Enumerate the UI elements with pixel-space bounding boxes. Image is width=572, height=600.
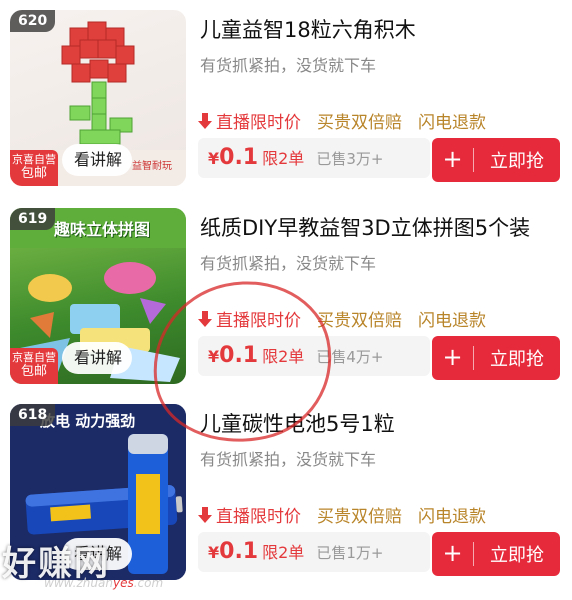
buy-now-button[interactable]: + 立即抢 (432, 336, 560, 380)
fast-refund-tag: 闪电退款 (418, 113, 486, 133)
buy-now-label: 立即抢 (490, 349, 544, 370)
down-arrow-icon (198, 112, 212, 129)
sold-count: 已售4万+ (316, 348, 384, 366)
add-to-cart-icon[interactable]: + (432, 541, 474, 566)
sold-count: 已售3万+ (316, 150, 384, 168)
double-refund-tag: 买贵双倍赔 (317, 311, 402, 331)
product-title[interactable]: 儿童碳性电池5号1粒 (200, 408, 395, 438)
down-arrow-icon (198, 310, 212, 327)
product-card[interactable]: 趣味立体拼图 619 京喜自营 包邮 看讲解 纸质DIY早教益智3D立体拼图5个… (0, 202, 572, 398)
image-caption: 趣味立体拼图 (54, 220, 151, 239)
product-subtitle: 有货抓紧拍，没货就下车 (200, 254, 377, 273)
buy-now-label: 立即抢 (490, 545, 544, 566)
jd-self-operated-badge: 京喜自营 包邮 (10, 150, 58, 186)
live-price-tag: 直播限时价 (198, 502, 301, 527)
rank-badge: 619 (10, 208, 56, 230)
product-title[interactable]: 儿童益智18粒六角积木 (200, 14, 416, 44)
live-price-tag: 直播限时价 (198, 306, 301, 331)
buy-now-button[interactable]: + 立即抢 (432, 532, 560, 576)
product-subtitle: 有货抓紧拍，没货就下车 (200, 450, 377, 469)
rank-badge: 618 (10, 404, 56, 426)
promo-tags: 直播限时价 买贵双倍赔 闪电退款 (198, 502, 486, 527)
watermark-url: www.zhuanyes.com (44, 576, 164, 590)
add-to-cart-icon[interactable]: + (432, 345, 474, 370)
buy-now-button[interactable]: + 立即抢 (432, 138, 560, 182)
price-bar: ¥0.1 限2单 已售1万+ (198, 532, 430, 572)
image-caption: 益智耐玩 (132, 161, 172, 172)
price: ¥0.1 (208, 343, 259, 368)
sold-count: 已售1万+ (316, 544, 384, 562)
watch-explanation-button[interactable]: 看讲解 (62, 144, 133, 176)
product-title[interactable]: 纸质DIY早教益智3D立体拼图5个装 (200, 212, 530, 242)
price-bar: ¥0.1 限2单 已售3万+ (198, 138, 430, 178)
down-arrow-icon (198, 506, 212, 523)
price: ¥0.1 (208, 145, 259, 170)
double-refund-tag: 买贵双倍赔 (317, 113, 402, 133)
purchase-limit: 限2单 (262, 347, 305, 366)
buy-now-label: 立即抢 (490, 151, 544, 172)
promo-tags: 直播限时价 买贵双倍赔 闪电退款 (198, 306, 486, 331)
site-watermark: 好赚网 www.zhuanyes.com (0, 532, 220, 600)
watch-explanation-button[interactable]: 看讲解 (62, 342, 133, 374)
product-card[interactable]: 益智耐玩 620 京喜自营 包邮 看讲解 儿童益智18粒六角积木 有货抓紧拍，没… (0, 4, 572, 200)
purchase-limit: 限2单 (262, 149, 305, 168)
rank-badge: 620 (10, 10, 56, 32)
fast-refund-tag: 闪电退款 (418, 311, 486, 331)
jd-self-operated-badge: 京喜自营 包邮 (10, 348, 58, 384)
add-to-cart-icon[interactable]: + (432, 147, 474, 172)
purchase-limit: 限2单 (262, 543, 305, 562)
double-refund-tag: 买贵双倍赔 (317, 507, 402, 527)
product-subtitle: 有货抓紧拍，没货就下车 (200, 56, 377, 75)
product-image[interactable]: 趣味立体拼图 619 京喜自营 包邮 看讲解 (10, 208, 186, 384)
price-bar: ¥0.1 限2单 已售4万+ (198, 336, 430, 376)
product-image[interactable]: 益智耐玩 620 京喜自营 包邮 看讲解 (10, 10, 186, 186)
promo-tags: 直播限时价 买贵双倍赔 闪电退款 (198, 108, 486, 133)
live-price-tag: 直播限时价 (198, 108, 301, 133)
fast-refund-tag: 闪电退款 (418, 507, 486, 527)
